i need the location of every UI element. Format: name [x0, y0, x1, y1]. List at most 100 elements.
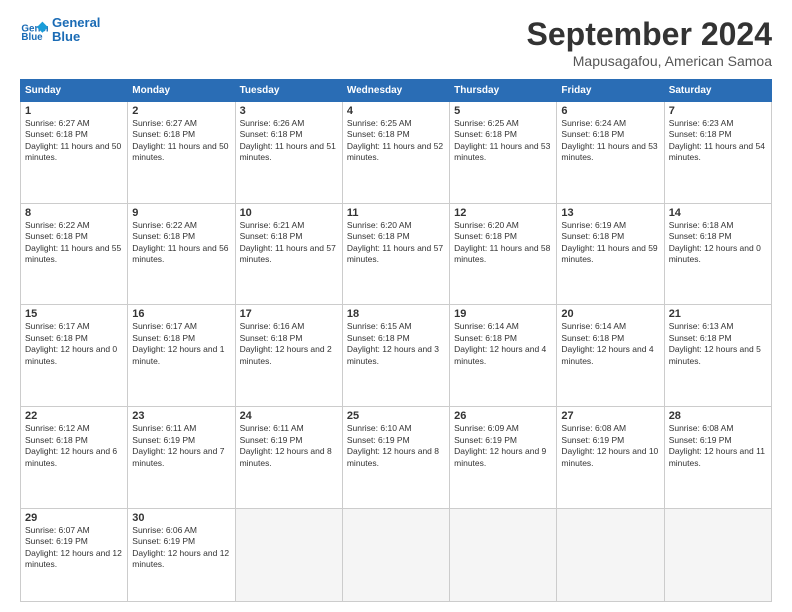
- day-info: Sunrise: 6:10 AMSunset: 6:19 PMDaylight:…: [347, 423, 439, 467]
- header-thursday: Thursday: [450, 80, 557, 102]
- header-wednesday: Wednesday: [342, 80, 449, 102]
- calendar-cell: 25 Sunrise: 6:10 AMSunset: 6:19 PMDaylig…: [342, 407, 449, 509]
- day-info: Sunrise: 6:17 AMSunset: 6:18 PMDaylight:…: [25, 321, 117, 365]
- day-number: 12: [454, 207, 552, 219]
- header-monday: Monday: [128, 80, 235, 102]
- day-info: Sunrise: 6:12 AMSunset: 6:18 PMDaylight:…: [25, 423, 117, 467]
- calendar-cell: [664, 508, 771, 601]
- day-info: Sunrise: 6:20 AMSunset: 6:18 PMDaylight:…: [454, 220, 550, 264]
- day-number: 29: [25, 512, 123, 524]
- day-info: Sunrise: 6:21 AMSunset: 6:18 PMDaylight:…: [240, 220, 336, 264]
- calendar-cell: 30 Sunrise: 6:06 AMSunset: 6:19 PMDaylig…: [128, 508, 235, 601]
- calendar-cell: 8 Sunrise: 6:22 AMSunset: 6:18 PMDayligh…: [21, 203, 128, 305]
- calendar-cell: 27 Sunrise: 6:08 AMSunset: 6:19 PMDaylig…: [557, 407, 664, 509]
- calendar-cell: 23 Sunrise: 6:11 AMSunset: 6:19 PMDaylig…: [128, 407, 235, 509]
- calendar-cell: [450, 508, 557, 601]
- logo-icon: General Blue: [20, 16, 48, 44]
- day-info: Sunrise: 6:14 AMSunset: 6:18 PMDaylight:…: [454, 321, 546, 365]
- day-info: Sunrise: 6:25 AMSunset: 6:18 PMDaylight:…: [347, 118, 443, 162]
- calendar-cell: 5 Sunrise: 6:25 AMSunset: 6:18 PMDayligh…: [450, 102, 557, 204]
- svg-text:Blue: Blue: [21, 32, 43, 43]
- header-tuesday: Tuesday: [235, 80, 342, 102]
- day-number: 6: [561, 105, 659, 117]
- day-number: 3: [240, 105, 338, 117]
- day-info: Sunrise: 6:17 AMSunset: 6:18 PMDaylight:…: [132, 321, 224, 365]
- day-number: 10: [240, 207, 338, 219]
- calendar-cell: 7 Sunrise: 6:23 AMSunset: 6:18 PMDayligh…: [664, 102, 771, 204]
- calendar-cell: 18 Sunrise: 6:15 AMSunset: 6:18 PMDaylig…: [342, 305, 449, 407]
- day-info: Sunrise: 6:14 AMSunset: 6:18 PMDaylight:…: [561, 321, 653, 365]
- calendar-cell: 20 Sunrise: 6:14 AMSunset: 6:18 PMDaylig…: [557, 305, 664, 407]
- day-info: Sunrise: 6:07 AMSunset: 6:19 PMDaylight:…: [25, 525, 122, 569]
- day-info: Sunrise: 6:15 AMSunset: 6:18 PMDaylight:…: [347, 321, 439, 365]
- main-title: September 2024: [527, 16, 772, 53]
- day-info: Sunrise: 6:13 AMSunset: 6:18 PMDaylight:…: [669, 321, 761, 365]
- day-info: Sunrise: 6:23 AMSunset: 6:18 PMDaylight:…: [669, 118, 765, 162]
- day-number: 27: [561, 410, 659, 422]
- day-info: Sunrise: 6:06 AMSunset: 6:19 PMDaylight:…: [132, 525, 229, 569]
- day-number: 15: [25, 308, 123, 320]
- day-number: 1: [25, 105, 123, 117]
- page: General Blue General Blue September 2024…: [0, 0, 792, 612]
- calendar-cell: 2 Sunrise: 6:27 AMSunset: 6:18 PMDayligh…: [128, 102, 235, 204]
- day-info: Sunrise: 6:27 AMSunset: 6:18 PMDaylight:…: [132, 118, 228, 162]
- calendar-cell: 19 Sunrise: 6:14 AMSunset: 6:18 PMDaylig…: [450, 305, 557, 407]
- header-friday: Friday: [557, 80, 664, 102]
- week-row-4: 22 Sunrise: 6:12 AMSunset: 6:18 PMDaylig…: [21, 407, 772, 509]
- calendar-cell: 24 Sunrise: 6:11 AMSunset: 6:19 PMDaylig…: [235, 407, 342, 509]
- day-number: 9: [132, 207, 230, 219]
- calendar-cell: 14 Sunrise: 6:18 AMSunset: 6:18 PMDaylig…: [664, 203, 771, 305]
- calendar-cell: 13 Sunrise: 6:19 AMSunset: 6:18 PMDaylig…: [557, 203, 664, 305]
- day-number: 19: [454, 308, 552, 320]
- calendar-cell: 28 Sunrise: 6:08 AMSunset: 6:19 PMDaylig…: [664, 407, 771, 509]
- calendar-cell: 3 Sunrise: 6:26 AMSunset: 6:18 PMDayligh…: [235, 102, 342, 204]
- day-info: Sunrise: 6:25 AMSunset: 6:18 PMDaylight:…: [454, 118, 550, 162]
- calendar-cell: 17 Sunrise: 6:16 AMSunset: 6:18 PMDaylig…: [235, 305, 342, 407]
- day-number: 17: [240, 308, 338, 320]
- calendar-cell: 4 Sunrise: 6:25 AMSunset: 6:18 PMDayligh…: [342, 102, 449, 204]
- logo-line1: General: [52, 16, 100, 30]
- day-number: 7: [669, 105, 767, 117]
- day-info: Sunrise: 6:22 AMSunset: 6:18 PMDaylight:…: [25, 220, 121, 264]
- day-number: 11: [347, 207, 445, 219]
- day-number: 23: [132, 410, 230, 422]
- day-number: 24: [240, 410, 338, 422]
- calendar-cell: 26 Sunrise: 6:09 AMSunset: 6:19 PMDaylig…: [450, 407, 557, 509]
- calendar-cell: 6 Sunrise: 6:24 AMSunset: 6:18 PMDayligh…: [557, 102, 664, 204]
- week-row-3: 15 Sunrise: 6:17 AMSunset: 6:18 PMDaylig…: [21, 305, 772, 407]
- logo: General Blue General Blue: [20, 16, 100, 45]
- day-info: Sunrise: 6:08 AMSunset: 6:19 PMDaylight:…: [669, 423, 765, 467]
- day-info: Sunrise: 6:22 AMSunset: 6:18 PMDaylight:…: [132, 220, 228, 264]
- calendar-cell: 12 Sunrise: 6:20 AMSunset: 6:18 PMDaylig…: [450, 203, 557, 305]
- day-info: Sunrise: 6:26 AMSunset: 6:18 PMDaylight:…: [240, 118, 336, 162]
- day-info: Sunrise: 6:08 AMSunset: 6:19 PMDaylight:…: [561, 423, 658, 467]
- calendar-cell: [342, 508, 449, 601]
- day-number: 22: [25, 410, 123, 422]
- calendar-cell: 10 Sunrise: 6:21 AMSunset: 6:18 PMDaylig…: [235, 203, 342, 305]
- day-number: 2: [132, 105, 230, 117]
- title-block: September 2024 Mapusagafou, American Sam…: [527, 16, 772, 69]
- logo-line2: Blue: [52, 30, 100, 44]
- subtitle: Mapusagafou, American Samoa: [527, 53, 772, 69]
- day-number: 21: [669, 308, 767, 320]
- calendar-cell: 29 Sunrise: 6:07 AMSunset: 6:19 PMDaylig…: [21, 508, 128, 601]
- day-number: 8: [25, 207, 123, 219]
- calendar-header-row: Sunday Monday Tuesday Wednesday Thursday…: [21, 80, 772, 102]
- week-row-1: 1 Sunrise: 6:27 AMSunset: 6:18 PMDayligh…: [21, 102, 772, 204]
- day-number: 25: [347, 410, 445, 422]
- day-info: Sunrise: 6:19 AMSunset: 6:18 PMDaylight:…: [561, 220, 657, 264]
- week-row-5: 29 Sunrise: 6:07 AMSunset: 6:19 PMDaylig…: [21, 508, 772, 601]
- calendar-cell: [557, 508, 664, 601]
- day-info: Sunrise: 6:20 AMSunset: 6:18 PMDaylight:…: [347, 220, 443, 264]
- day-info: Sunrise: 6:27 AMSunset: 6:18 PMDaylight:…: [25, 118, 121, 162]
- calendar-cell: 22 Sunrise: 6:12 AMSunset: 6:18 PMDaylig…: [21, 407, 128, 509]
- day-number: 4: [347, 105, 445, 117]
- day-number: 30: [132, 512, 230, 524]
- day-number: 5: [454, 105, 552, 117]
- calendar-cell: 15 Sunrise: 6:17 AMSunset: 6:18 PMDaylig…: [21, 305, 128, 407]
- day-info: Sunrise: 6:11 AMSunset: 6:19 PMDaylight:…: [240, 423, 332, 467]
- day-number: 26: [454, 410, 552, 422]
- day-number: 14: [669, 207, 767, 219]
- calendar-cell: 16 Sunrise: 6:17 AMSunset: 6:18 PMDaylig…: [128, 305, 235, 407]
- calendar-cell: 1 Sunrise: 6:27 AMSunset: 6:18 PMDayligh…: [21, 102, 128, 204]
